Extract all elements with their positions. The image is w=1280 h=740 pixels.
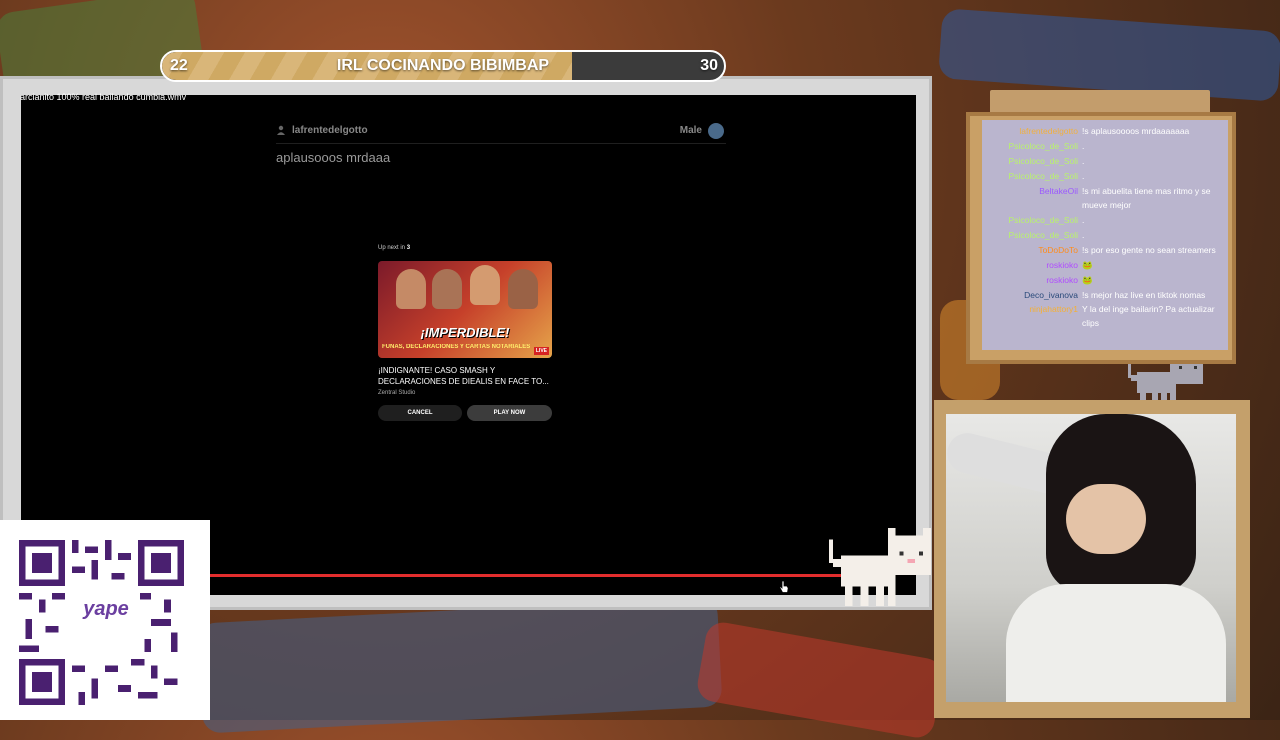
chat-username[interactable]: ninjahattory1	[1029, 302, 1078, 316]
upnext-label: Up next in 3	[378, 245, 410, 251]
streamer-shirt	[1006, 584, 1226, 702]
video-progress-line[interactable]	[210, 574, 850, 577]
qr-code-panel: yape	[0, 520, 210, 720]
chat-message-text: .	[1082, 156, 1085, 166]
tts-voice-label: Male	[679, 125, 702, 136]
chat-message: roskioko 🐸	[982, 258, 1228, 272]
chat-message-text: !s por eso gente no sean streamers	[1082, 245, 1216, 255]
upnext-label-text: Up next in	[378, 245, 406, 251]
background-shape	[694, 619, 946, 740]
thumbnail-face	[508, 269, 538, 309]
thumbnail-headline: ¡IMPERDIBLE!	[420, 325, 510, 340]
background-shape	[937, 8, 1280, 102]
yape-logo: yape	[72, 586, 140, 632]
goal-title: IRL COCINANDO BIBIMBAP	[336, 57, 550, 74]
goal-end-value: 30	[700, 57, 718, 74]
thumbnail-face	[432, 269, 462, 309]
streamer-face	[1066, 484, 1146, 554]
video-filename: arcianito 100% real bailando cumbia.wmv	[20, 92, 187, 102]
chat-message: Psicoloco_de_Soli.	[982, 139, 1228, 153]
tts-username: lafrentedelgotto	[292, 125, 368, 136]
chat-username[interactable]: lafrentedelgotto	[1019, 124, 1078, 138]
chat-message-text: Y la del inge bailarin? Pa actualizar cl…	[1082, 304, 1215, 328]
chat-message: Psicoloco_de_Soli.	[982, 154, 1228, 168]
chat-username[interactable]: roskioko	[1046, 258, 1078, 272]
chat-username[interactable]: roskioko	[1046, 273, 1078, 287]
webcam-feed	[946, 414, 1236, 702]
chat-message-text: .	[1082, 230, 1085, 240]
play-now-button[interactable]: PLAY NOW	[467, 405, 552, 421]
tts-chat-header: lafrentedelgotto Male	[276, 123, 726, 140]
chat-message-text: !s mi abuelita tiene mas ritmo y se muev…	[1082, 186, 1211, 210]
chat-username[interactable]: Psicoloco_de_Soli	[1009, 228, 1078, 242]
person-icon	[277, 125, 285, 135]
chat-username[interactable]: Psicoloco_de_Soli	[1009, 169, 1078, 183]
chat-username[interactable]: BeltakeOil	[1039, 184, 1078, 198]
divider	[276, 143, 726, 144]
upnext-thumbnail[interactable]: ¡IMPERDIBLE! FUNAS, DECLARACIONES Y CART…	[378, 261, 552, 358]
hand-cursor-icon	[779, 580, 789, 593]
chat-message-text: .	[1082, 141, 1085, 151]
chat-message: ninjahattory1 Y la del inge bailarin? Pa …	[982, 302, 1228, 328]
chat-message: Psicoloco_de_Soli.	[982, 169, 1228, 183]
chat-username[interactable]: Psicoloco_de_Soli	[1009, 213, 1078, 227]
chat-message-text: !s aplausoooos mrdaaaaaaa	[1082, 126, 1190, 136]
thumbnail-subtitle: FUNAS, DECLARACIONES Y CARTAS NOTARIALES	[382, 344, 530, 350]
live-badge: LIVE	[533, 347, 549, 355]
chat-message-text: .	[1082, 215, 1085, 225]
chat-message-text: 🐸	[1082, 260, 1093, 270]
chat-username[interactable]: Deco_ivanova	[1024, 288, 1078, 302]
chat-username[interactable]: Psicoloco_de_Soli	[1009, 139, 1078, 153]
chat-message: BeltakeOil !s mi abuelita tiene mas ritmo…	[982, 184, 1228, 210]
chat-message: Deco_ivanova !s mejor haz live en tiktok …	[982, 288, 1228, 302]
chat-message-text: !s mejor haz live en tiktok nomas	[1082, 290, 1206, 300]
thumbnail-faces	[388, 265, 542, 325]
chat-message: roskioko 🐸	[982, 273, 1228, 287]
goal-progress-bar: 22 IRL COCINANDO BIBIMBAP 30	[160, 50, 726, 82]
chat-username[interactable]: ToDoDoTo	[1038, 243, 1078, 257]
chat-message: Psicoloco_de_Soli.	[982, 228, 1228, 242]
tts-message: aplausooos mrdaaa	[276, 150, 391, 165]
voice-avatar-icon	[708, 123, 724, 139]
pixel-cat-icon	[829, 527, 931, 607]
background-shape	[197, 596, 723, 734]
chat-message: Psicoloco_de_Soli.	[982, 213, 1228, 227]
chat-message: ToDoDoTo !s por eso gente no sean streame…	[982, 243, 1228, 257]
chat-username[interactable]: Psicoloco_de_Soli	[1009, 154, 1078, 168]
cancel-button[interactable]: CANCEL	[378, 405, 462, 421]
upnext-countdown: 3	[406, 245, 411, 251]
upnext-video-title[interactable]: ¡INDIGNANTE! CASO SMASH Y DECLARACIONES …	[378, 365, 554, 387]
upnext-channel-name[interactable]: Zentral Studio	[378, 390, 415, 396]
chat-message: lafrentedelgotto !s aplausoooos mrdaaaaaa…	[982, 124, 1228, 138]
thumbnail-face	[396, 269, 426, 309]
chat-message-text: .	[1082, 171, 1085, 181]
chat-message-text: 🐸	[1082, 275, 1093, 285]
thumbnail-face	[470, 265, 500, 305]
